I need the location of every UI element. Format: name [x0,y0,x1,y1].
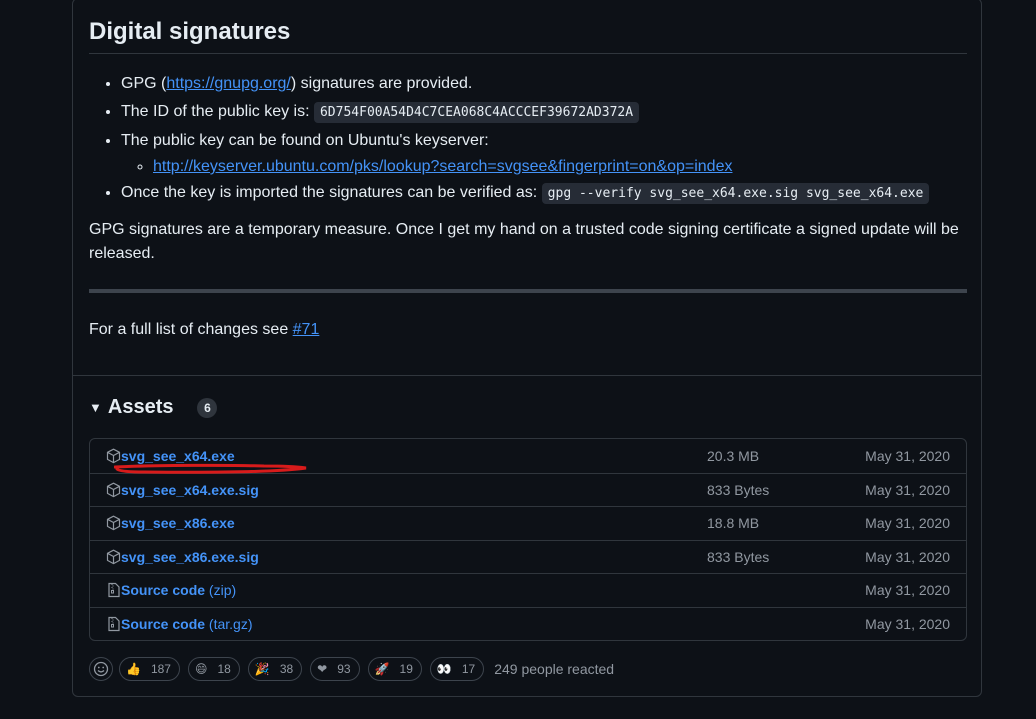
package-icon [106,448,121,463]
asset-size: 20.3 MB [707,447,760,464]
assets-toggle[interactable]: ▼ Assets 6 [89,396,218,419]
asset-name: Source code (tar.gz) [121,615,253,632]
reaction-button[interactable]: ❤ 93 [310,657,360,681]
package-icon [106,482,121,497]
asset-size: 833 Bytes [707,548,770,565]
table-row: svg_see_x64.exe.sig 833 Bytes May 31, 2020 [90,472,966,507]
reaction-count: 93 [337,662,351,676]
reaction-count: 18 [217,662,231,676]
reaction-emoji: 😄 [194,662,208,676]
release-card: Digital signatures GPG (https://gnupg.or… [72,0,982,697]
keyserver-sublist: http://keyserver.ubuntu.com/pks/lookup?s… [121,155,929,179]
asset-name: Source code (zip) [121,582,237,599]
asset-date: May 31, 2020 [865,447,950,464]
asset-link[interactable]: svg_see_x64.exe.sig [106,482,259,498]
asset-name: svg_see_x64.exe.sig [121,481,259,498]
list-item: The ID of the public key is: 6D754F00A54… [121,98,929,127]
package-icon [106,549,121,564]
reaction-button[interactable]: 😄 18 [187,657,240,681]
list-item: Once the key is imported the signatures … [121,179,930,208]
reaction-emoji: 👍 [126,662,141,676]
reaction-emoji: ❤ [317,662,328,676]
asset-date: May 31, 2020 [865,515,950,532]
file-zip-icon [108,616,120,631]
table-row: svg_see_x86.exe 18.8 MB May 31, 2020 [90,506,966,540]
asset-name: svg_see_x64.exe [121,447,235,464]
asset-date: May 31, 2020 [865,615,950,632]
asset-link[interactable]: Source code (zip) [106,582,236,598]
signatures-list: GPG (https://gnupg.org/) signatures are … [89,70,930,208]
asset-link[interactable]: svg_see_x86.exe [106,515,235,531]
reaction-count: 187 [150,662,171,676]
key-id-code: 6D754F00A54D4C7CEA068C4ACCCEF39672AD372A [313,102,640,123]
assets-title: Assets [107,396,174,418]
reaction-emoji: 🚀 [374,662,390,676]
reaction-button[interactable]: 🎉 38 [247,657,303,681]
asset-date: May 31, 2020 [865,582,950,599]
section-divider [73,375,981,376]
signatures-heading: Digital signatures [89,17,967,54]
asset-link[interactable]: Source code (tar.gz) [106,616,253,632]
reaction-emoji: 👀 [436,662,452,676]
reaction-emoji: 🎉 [254,662,270,676]
add-reaction-button[interactable] [89,657,113,681]
keyserver-link[interactable]: http://keyserver.ubuntu.com/pks/lookup?s… [153,158,732,175]
package-icon [106,515,121,531]
signature-note: GPG signatures are a temporary measure. … [89,221,959,262]
table-row: svg_see_x86.exe.sig 833 Bytes May 31, 2020 [90,539,966,574]
gnupg-link[interactable]: https://gnupg.org/ [166,75,291,92]
list-item: GPG (https://gnupg.org/) signatures are … [121,70,929,98]
asset-link[interactable]: svg_see_x86.exe.sig [106,549,259,565]
red-underline-annotation [114,463,307,474]
reaction-count: 19 [399,662,413,676]
table-row: Source code (zip) May 31, 2020 [90,573,966,607]
table-row: Source code (tar.gz) May 31, 2020 [90,606,966,641]
changes-line: For a full list of changes see #71 [89,321,320,338]
reaction-button[interactable]: 👀 17 [429,657,485,681]
asset-size: 833 Bytes [707,481,770,498]
assets-count-badge: 6 [197,397,218,418]
asset-name: svg_see_x86.exe.sig [121,548,259,565]
asset-link[interactable]: svg_see_x64.exe [106,448,235,464]
file-zip-icon [108,583,120,598]
list-item: http://keyserver.ubuntu.com/pks/lookup?s… [153,155,929,179]
triangle-down-icon: ▼ [89,400,102,415]
horizontal-rule [89,289,967,293]
issue-link[interactable]: #71 [293,321,320,338]
list-item: The public key can be found on Ubuntu's … [121,127,929,179]
reaction-button[interactable]: 🚀 19 [367,657,422,681]
reaction-count: 38 [279,662,294,676]
asset-date: May 31, 2020 [865,481,950,498]
reaction-button[interactable]: 👍 187 [119,657,180,681]
verify-command-code: gpg --verify svg_see_x64.exe.sig svg_see… [541,183,930,204]
reactions-bar: 👍 187 😄 18 🎉 38 ❤ 93 🚀 19 👀 17 249 people reacted [89,657,614,681]
asset-date: May 31, 2020 [865,548,950,565]
smiley-icon [93,661,109,677]
asset-size: 18.8 MB [707,515,760,532]
reaction-count: 17 [461,662,476,676]
reactions-summary: 249 people reacted [494,661,615,677]
asset-name: svg_see_x86.exe [121,515,235,532]
